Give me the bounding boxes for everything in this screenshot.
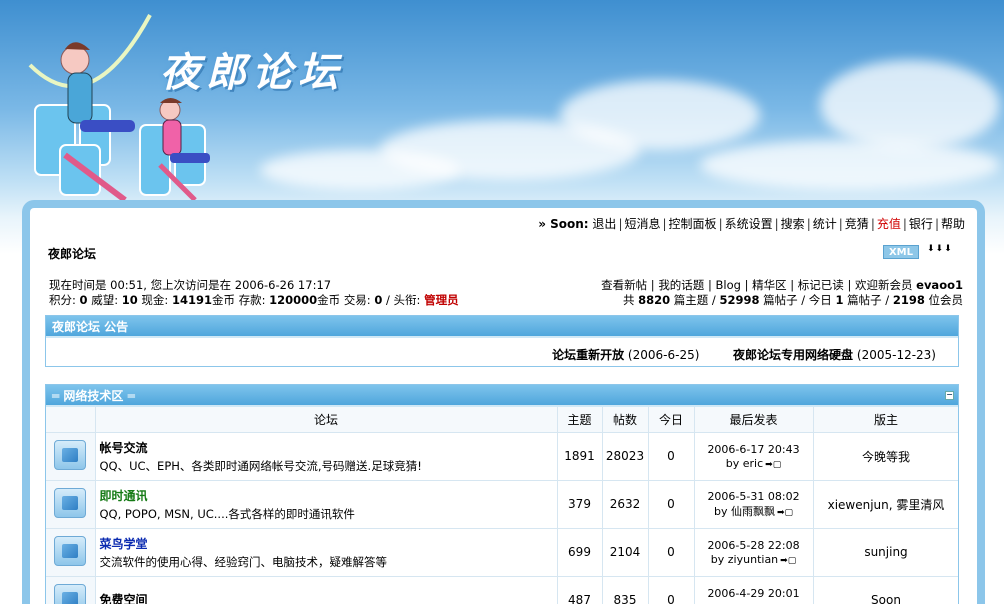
- link-mark-read[interactable]: 标记已读: [798, 278, 844, 292]
- forum-folder-icon: [54, 535, 87, 566]
- forum-name-link[interactable]: 帐号交流: [100, 439, 557, 456]
- today-count: 0: [648, 576, 695, 604]
- top-navigation: » Soon: 退出 | 短消息 | 控制面板 | 系统设置 | 搜索 | 统计 | 竞猜 | 充值 | 银行 |…: [538, 217, 965, 231]
- cloud-decoration: [820, 60, 1000, 150]
- last-post-date: 2006-6-17 20:43: [707, 442, 800, 456]
- last-post: 2006-5-28 22:08 by ziyuntian ➡▢: [694, 528, 814, 577]
- category-title[interactable]: ═ 网络技术区 ═: [52, 389, 135, 403]
- user-info: 现在时间是 00:51, 您上次访问是在 2006-6-26 17:17 积分:…: [49, 278, 459, 308]
- forum-name-link[interactable]: 菜鸟学堂: [100, 535, 557, 552]
- main-frame: » Soon: 退出 | 短消息 | 控制面板 | 系统设置 | 搜索 | 统计 | 竞猜 | 充值 | 银行 |…: [22, 200, 985, 604]
- quick-links: 查看新帖 | 我的话题 | Blog | 精华区 | 标记已读 | 欢迎新会员 …: [601, 278, 963, 292]
- forum-folder-icon: [54, 439, 87, 470]
- forum-stats: 共 8820 篇主题 / 52998 篇帖子 / 今日 1 篇帖子 / 2198…: [622, 293, 963, 307]
- post-count: 835: [602, 576, 649, 604]
- user-stats: 积分: 0 威望: 10 现金: 14191金币 存款: 120000金币 交易…: [49, 293, 459, 307]
- post-count: 2104: [602, 528, 649, 577]
- table-header-row: 论坛 主题 帖数 今日 最后发表 版主: [46, 407, 958, 433]
- category-network-tech: ═ 网络技术区 ═ − 论坛 主题 帖数 今日 最后发表 版主 帐号交流 QQ、…: [45, 384, 959, 604]
- breadcrumb-forum-name[interactable]: 夜郎论坛: [48, 245, 96, 262]
- forum-description: QQ、UC、EPH、各类即时通网络帐号交流,号码赠送.足球竞猜!: [99, 458, 422, 473]
- forum-info: 查看新帖 | 我的话题 | Blog | 精华区 | 标记已读 | 欢迎新会员 …: [601, 278, 963, 308]
- post-count: 2632: [602, 480, 649, 529]
- cloud-decoration: [560, 80, 760, 150]
- last-post: 2006-5-31 08:02 by 仙雨飘飘 ➡▢: [694, 480, 814, 529]
- topic-count: 379: [557, 480, 603, 529]
- mascot-illustration: [28, 14, 210, 200]
- collapse-icon[interactable]: −: [945, 391, 954, 400]
- announcement-link[interactable]: 论坛重新开放: [552, 348, 624, 362]
- nav-help[interactable]: 帮助: [941, 217, 965, 231]
- moderators[interactable]: sunjing: [813, 528, 958, 577]
- forum-folder-icon: [54, 583, 87, 604]
- forum-name-link[interactable]: 免费空间: [100, 591, 557, 604]
- link-blog[interactable]: Blog: [716, 278, 741, 292]
- col-moderators: 版主: [813, 407, 958, 433]
- forum-description: QQ, POPO, MSN, UC....各式各样的即时通讯软件: [99, 506, 355, 521]
- link-my-topics[interactable]: 我的话题: [658, 278, 704, 292]
- nav-control-panel[interactable]: 控制面板: [669, 217, 717, 231]
- last-post-date: 2006-4-29 20:01: [707, 586, 800, 600]
- last-post-author[interactable]: by ziyuntian: [711, 553, 778, 566]
- time-info: 现在时间是 00:51, 您上次访问是在 2006-6-26 17:17: [49, 278, 332, 292]
- forum-row: 即时通讯 QQ, POPO, MSN, UC....各式各样的即时通讯软件 37…: [46, 480, 958, 529]
- nav-system-settings[interactable]: 系统设置: [725, 217, 773, 231]
- link-digest[interactable]: 精华区: [752, 278, 787, 292]
- nav-recharge[interactable]: 充值: [877, 217, 901, 231]
- topic-count: 1891: [557, 432, 603, 481]
- col-today: 今日: [648, 407, 695, 433]
- goto-last-post-icon[interactable]: ➡▢: [765, 460, 781, 470]
- last-post-author[interactable]: by 仙雨飘飘: [714, 505, 775, 518]
- announcement-link[interactable]: 夜郎论坛专用网络硬盘: [733, 348, 853, 362]
- nav-search[interactable]: 搜索: [781, 217, 805, 231]
- last-post-author[interactable]: by eric: [726, 457, 763, 470]
- topic-count: 699: [557, 528, 603, 577]
- header-banner: 夜郎论坛: [0, 0, 1004, 200]
- last-post-date: 2006-5-31 08:02: [707, 489, 800, 503]
- goto-last-post-icon[interactable]: ➡▢: [780, 556, 796, 566]
- moderators[interactable]: 今晚等我: [813, 432, 958, 481]
- link-new-posts[interactable]: 查看新帖: [601, 278, 647, 292]
- nav-logout[interactable]: 退出: [592, 217, 616, 231]
- site-logo-title: 夜郎论坛: [160, 49, 344, 96]
- last-post-date: 2006-5-28 22:08: [707, 538, 800, 552]
- col-last-post: 最后发表: [694, 407, 814, 433]
- xml-feed-button[interactable]: XML: [883, 245, 919, 259]
- forum-description: 交流软件的使用心得、经验窍门、电脑技术，疑难解答等: [99, 554, 388, 569]
- last-post: 2006-6-17 20:43 by eric ➡▢: [694, 432, 814, 481]
- moderators[interactable]: xiewenjun, 雾里清风: [813, 480, 958, 529]
- col-posts: 帖数: [602, 407, 649, 433]
- cloud-decoration: [700, 140, 1000, 190]
- forum-row: 菜鸟学堂 交流软件的使用心得、经验窍门、电脑技术，疑难解答等 699 2104 …: [46, 528, 958, 577]
- last-post: 2006-4-29 20:01 ➡▢: [694, 576, 814, 604]
- forum-row: 帐号交流 QQ、UC、EPH、各类即时通网络帐号交流,号码赠送.足球竞猜! 18…: [46, 432, 958, 481]
- forum-row: 免费空间 487 835 0 2006-4-29 20:01 ➡▢ Soon: [46, 576, 958, 604]
- today-count: 0: [648, 480, 695, 529]
- announcement-list: 论坛重新开放 (2006-6-25) 夜郎论坛专用网络硬盘 (2005-12-2…: [552, 348, 936, 362]
- nav-stats[interactable]: 统计: [813, 217, 837, 231]
- new-member-link[interactable]: evaoo1: [916, 278, 963, 292]
- today-count: 0: [648, 432, 695, 481]
- forum-folder-icon: [54, 487, 87, 518]
- post-count: 28023: [602, 432, 649, 481]
- user-rank: 管理员: [424, 293, 459, 307]
- expand-all-icon[interactable]: ⬇⬇⬇: [927, 244, 953, 254]
- col-forum: 论坛: [95, 407, 558, 433]
- current-user[interactable]: » Soon:: [538, 217, 588, 231]
- cloud-decoration: [260, 150, 460, 190]
- forum-table: 论坛 主题 帖数 今日 最后发表 版主 帐号交流 QQ、UC、EPH、各类即时通…: [46, 407, 958, 604]
- col-topics: 主题: [557, 407, 603, 433]
- announcement-panel: 夜郎论坛 公告 论坛重新开放 (2006-6-25) 夜郎论坛专用网络硬盘 (2…: [45, 315, 959, 367]
- nav-bank[interactable]: 银行: [909, 217, 933, 231]
- topic-count: 487: [557, 576, 603, 604]
- nav-messages[interactable]: 短消息: [624, 217, 660, 231]
- moderators[interactable]: Soon: [813, 576, 958, 604]
- category-header: ═ 网络技术区 ═ −: [46, 385, 958, 407]
- goto-last-post-icon[interactable]: ➡▢: [777, 508, 793, 518]
- forum-name-link[interactable]: 即时通讯: [100, 487, 557, 504]
- nav-guess[interactable]: 竞猜: [845, 217, 869, 231]
- today-count: 0: [648, 528, 695, 577]
- announcement-header: 夜郎论坛 公告: [46, 316, 958, 338]
